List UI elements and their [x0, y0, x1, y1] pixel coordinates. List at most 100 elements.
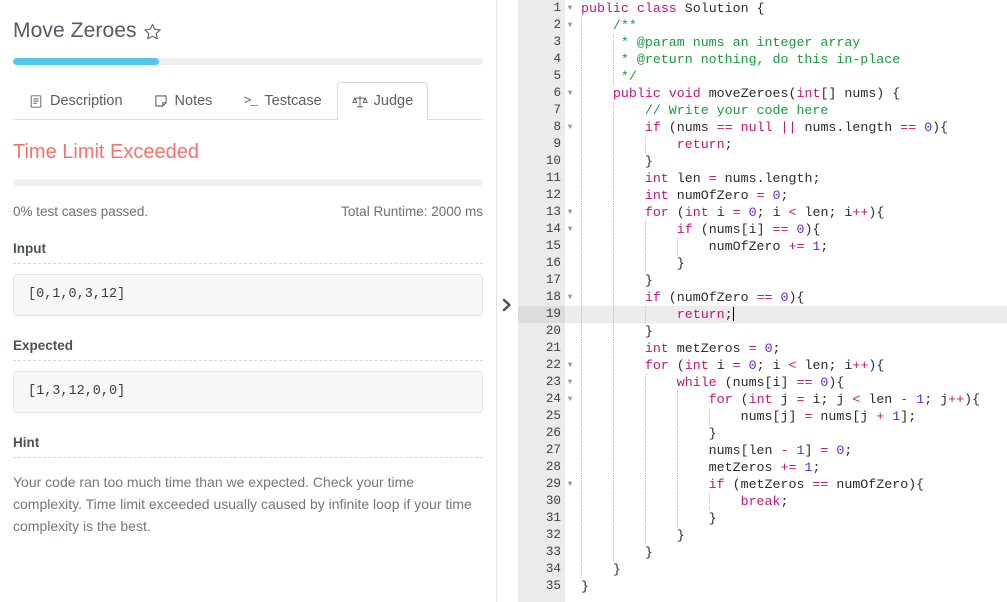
- code-line[interactable]: 31 }: [518, 510, 1007, 527]
- code-line[interactable]: 7 // Write your code here: [518, 102, 1007, 119]
- tab-testcase[interactable]: >_Testcase: [227, 82, 336, 120]
- line-number-cell: 9: [518, 136, 565, 153]
- code-line-text[interactable]: * @param nums an integer array: [565, 34, 1007, 51]
- code-line-text[interactable]: int len = nums.length;: [565, 170, 1007, 187]
- code-line[interactable]: 19 return;: [518, 306, 1007, 323]
- code-line[interactable]: 27 nums[len - 1] = 0;: [518, 442, 1007, 459]
- code-line[interactable]: 21 int metZeros = 0;: [518, 340, 1007, 357]
- code-line[interactable]: 33 }: [518, 544, 1007, 561]
- code-line[interactable]: 4 * @return nothing, do this in-place: [518, 51, 1007, 68]
- code-line-text[interactable]: break;: [565, 493, 1007, 510]
- scale-icon: [352, 93, 368, 109]
- line-number: 35: [546, 578, 561, 595]
- code-line[interactable]: 23▼ while (nums[i] == 0){: [518, 374, 1007, 391]
- code-line-text[interactable]: }: [565, 323, 1007, 340]
- code-line-text[interactable]: if (nums == null || nums.length == 0){: [565, 119, 1007, 136]
- line-number-cell: 6▼: [518, 85, 565, 102]
- line-number: 16: [546, 255, 561, 272]
- code-line-text[interactable]: return;: [565, 306, 1007, 323]
- code-line-text[interactable]: }: [565, 510, 1007, 527]
- code-line[interactable]: 11 int len = nums.length;: [518, 170, 1007, 187]
- tab-notes[interactable]: Notes: [138, 82, 228, 120]
- code-line-text[interactable]: numOfZero += 1;: [565, 238, 1007, 255]
- line-number: 27: [546, 442, 561, 459]
- pass-rate-text: 0% test cases passed.: [13, 204, 148, 219]
- code-line-text[interactable]: for (int j = i; j < len - 1; j++){: [565, 391, 1007, 408]
- code-editor[interactable]: 1▼public class Solution {2▼ /**3 * @para…: [518, 0, 1007, 602]
- line-number-cell: 28: [518, 459, 565, 476]
- expected-label: Expected: [13, 338, 483, 353]
- tab-judge[interactable]: Judge: [337, 82, 429, 120]
- code-line-text[interactable]: }: [565, 544, 1007, 561]
- code-line[interactable]: 35}: [518, 578, 1007, 595]
- tab-description[interactable]: Description: [13, 82, 138, 120]
- divider-line: [13, 457, 483, 458]
- code-line-text[interactable]: public class Solution {: [565, 0, 1007, 17]
- code-line[interactable]: 12 int numOfZero = 0;: [518, 187, 1007, 204]
- code-line[interactable]: 8▼ if (nums == null || nums.length == 0)…: [518, 119, 1007, 136]
- line-number-cell: 11: [518, 170, 565, 187]
- code-tokens: int numOfZero = 0;: [581, 187, 789, 204]
- line-number-cell: 31: [518, 510, 565, 527]
- code-line[interactable]: 9 return;: [518, 136, 1007, 153]
- code-line-text[interactable]: for (int i = 0; i < len; i++){: [565, 357, 1007, 374]
- code-line[interactable]: 15 numOfZero += 1;: [518, 238, 1007, 255]
- code-line-text[interactable]: return;: [565, 136, 1007, 153]
- line-number: 21: [546, 340, 561, 357]
- code-line-text[interactable]: }: [565, 527, 1007, 544]
- panel-splitter[interactable]: [497, 0, 518, 602]
- line-number: 31: [546, 510, 561, 527]
- code-line-text[interactable]: if (nums[i] == 0){: [565, 221, 1007, 238]
- code-line-text[interactable]: int numOfZero = 0;: [565, 187, 1007, 204]
- code-line[interactable]: 6▼ public void moveZeroes(int[] nums) {: [518, 85, 1007, 102]
- code-line[interactable]: 24▼ for (int j = i; j < len - 1; j++){: [518, 391, 1007, 408]
- code-line-list[interactable]: 1▼public class Solution {2▼ /**3 * @para…: [518, 0, 1007, 595]
- code-line[interactable]: 13▼ for (int i = 0; i < len; i++){: [518, 204, 1007, 221]
- code-line-text[interactable]: */: [565, 68, 1007, 85]
- code-line[interactable]: 17 }: [518, 272, 1007, 289]
- code-line-text[interactable]: }: [565, 561, 1007, 578]
- code-line-text[interactable]: while (nums[i] == 0){: [565, 374, 1007, 391]
- code-line-text[interactable]: }: [565, 272, 1007, 289]
- code-line[interactable]: 34 }: [518, 561, 1007, 578]
- code-line-text[interactable]: /**: [565, 17, 1007, 34]
- code-line[interactable]: 32 }: [518, 527, 1007, 544]
- code-line-text[interactable]: for (int i = 0; i < len; i++){: [565, 204, 1007, 221]
- code-line[interactable]: 29▼ if (metZeros == numOfZero){: [518, 476, 1007, 493]
- code-line-text[interactable]: }: [565, 153, 1007, 170]
- code-line[interactable]: 2▼ /**: [518, 17, 1007, 34]
- code-line-text[interactable]: int metZeros = 0;: [565, 340, 1007, 357]
- code-tokens: return;: [581, 136, 733, 153]
- code-line-text[interactable]: nums[len - 1] = 0;: [565, 442, 1007, 459]
- problem-progress-fill: [13, 58, 159, 65]
- code-line[interactable]: 14▼ if (nums[i] == 0){: [518, 221, 1007, 238]
- code-line-text[interactable]: if (metZeros == numOfZero){: [565, 476, 1007, 493]
- line-number-cell: 1▼: [518, 0, 565, 17]
- code-line-text[interactable]: }: [565, 578, 1007, 595]
- tab-label: Description: [50, 91, 123, 111]
- code-line[interactable]: 3 * @param nums an integer array: [518, 34, 1007, 51]
- code-line-text[interactable]: }: [565, 255, 1007, 272]
- code-line-text[interactable]: * @return nothing, do this in-place: [565, 51, 1007, 68]
- star-outline-icon[interactable]: [143, 22, 162, 41]
- code-line-text[interactable]: metZeros += 1;: [565, 459, 1007, 476]
- code-line-text[interactable]: }: [565, 425, 1007, 442]
- code-line-text[interactable]: public void moveZeroes(int[] nums) {: [565, 85, 1007, 102]
- code-line[interactable]: 18▼ if (numOfZero == 0){: [518, 289, 1007, 306]
- code-line[interactable]: 16 }: [518, 255, 1007, 272]
- code-line-text[interactable]: if (numOfZero == 0){: [565, 289, 1007, 306]
- code-line[interactable]: 22▼ for (int i = 0; i < len; i++){: [518, 357, 1007, 374]
- code-line[interactable]: 30 break;: [518, 493, 1007, 510]
- code-line[interactable]: 26 }: [518, 425, 1007, 442]
- code-line[interactable]: 25 nums[j] = nums[j + 1];: [518, 408, 1007, 425]
- chevron-right-icon[interactable]: [501, 297, 515, 313]
- code-line[interactable]: 28 metZeros += 1;: [518, 459, 1007, 476]
- code-line[interactable]: 20 }: [518, 323, 1007, 340]
- code-line[interactable]: 1▼public class Solution {: [518, 0, 1007, 17]
- code-line-text[interactable]: nums[j] = nums[j + 1];: [565, 408, 1007, 425]
- code-line-text[interactable]: // Write your code here: [565, 102, 1007, 119]
- code-line[interactable]: 5 */: [518, 68, 1007, 85]
- tab-label: Testcase: [264, 91, 321, 111]
- code-line[interactable]: 10 }: [518, 153, 1007, 170]
- line-number-cell: 21: [518, 340, 565, 357]
